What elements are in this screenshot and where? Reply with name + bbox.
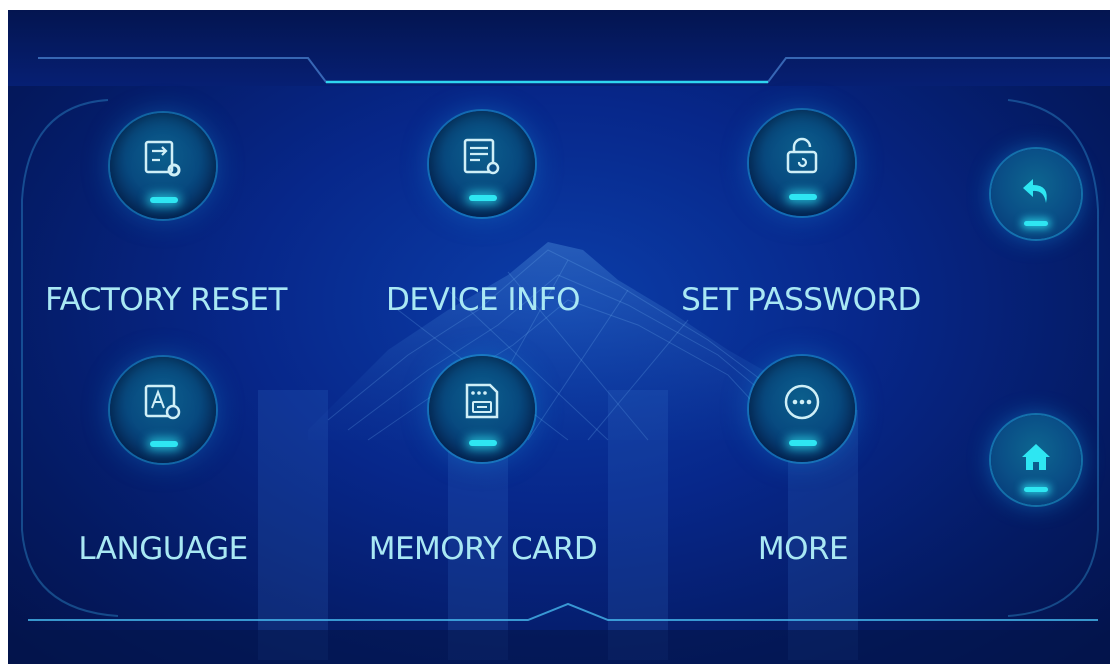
glow-indicator xyxy=(789,194,817,200)
glow-indicator xyxy=(1024,487,1048,492)
memory-card-icon xyxy=(465,383,499,419)
glow-indicator xyxy=(150,197,178,203)
lock-icon xyxy=(786,137,818,174)
set-password-label[interactable]: SET PASSWORD xyxy=(656,280,946,320)
glow-indicator xyxy=(469,440,497,446)
language-label[interactable]: LANGUAGE xyxy=(28,529,298,569)
back-arrow-icon xyxy=(1023,179,1047,203)
glow-indicator xyxy=(789,440,817,446)
language-button[interactable] xyxy=(110,357,216,463)
settings-screen: FACTORY RESET DEVICE INFO SET PASSWORD L… xyxy=(8,10,1110,664)
memory-card-button[interactable] xyxy=(429,356,535,462)
memory-card-label[interactable]: MEMORY CARD xyxy=(338,529,628,569)
device-info-icon xyxy=(463,138,500,175)
factory-reset-icon xyxy=(144,140,181,177)
device-info-button[interactable] xyxy=(429,111,535,217)
glow-indicator xyxy=(469,195,497,201)
back-button[interactable] xyxy=(991,149,1081,239)
language-settings-icon xyxy=(144,384,181,420)
home-icon xyxy=(1022,444,1050,470)
more-icon xyxy=(784,384,820,420)
glow-indicator xyxy=(1024,221,1048,226)
factory-reset-button[interactable] xyxy=(110,113,216,219)
home-button[interactable] xyxy=(991,415,1081,505)
set-password-button[interactable] xyxy=(749,110,855,216)
more-label[interactable]: MORE xyxy=(708,529,898,569)
more-button[interactable] xyxy=(749,356,855,462)
factory-reset-label[interactable]: FACTORY RESET xyxy=(16,280,316,320)
glow-indicator xyxy=(150,441,178,447)
device-info-label[interactable]: DEVICE INFO xyxy=(338,280,628,320)
